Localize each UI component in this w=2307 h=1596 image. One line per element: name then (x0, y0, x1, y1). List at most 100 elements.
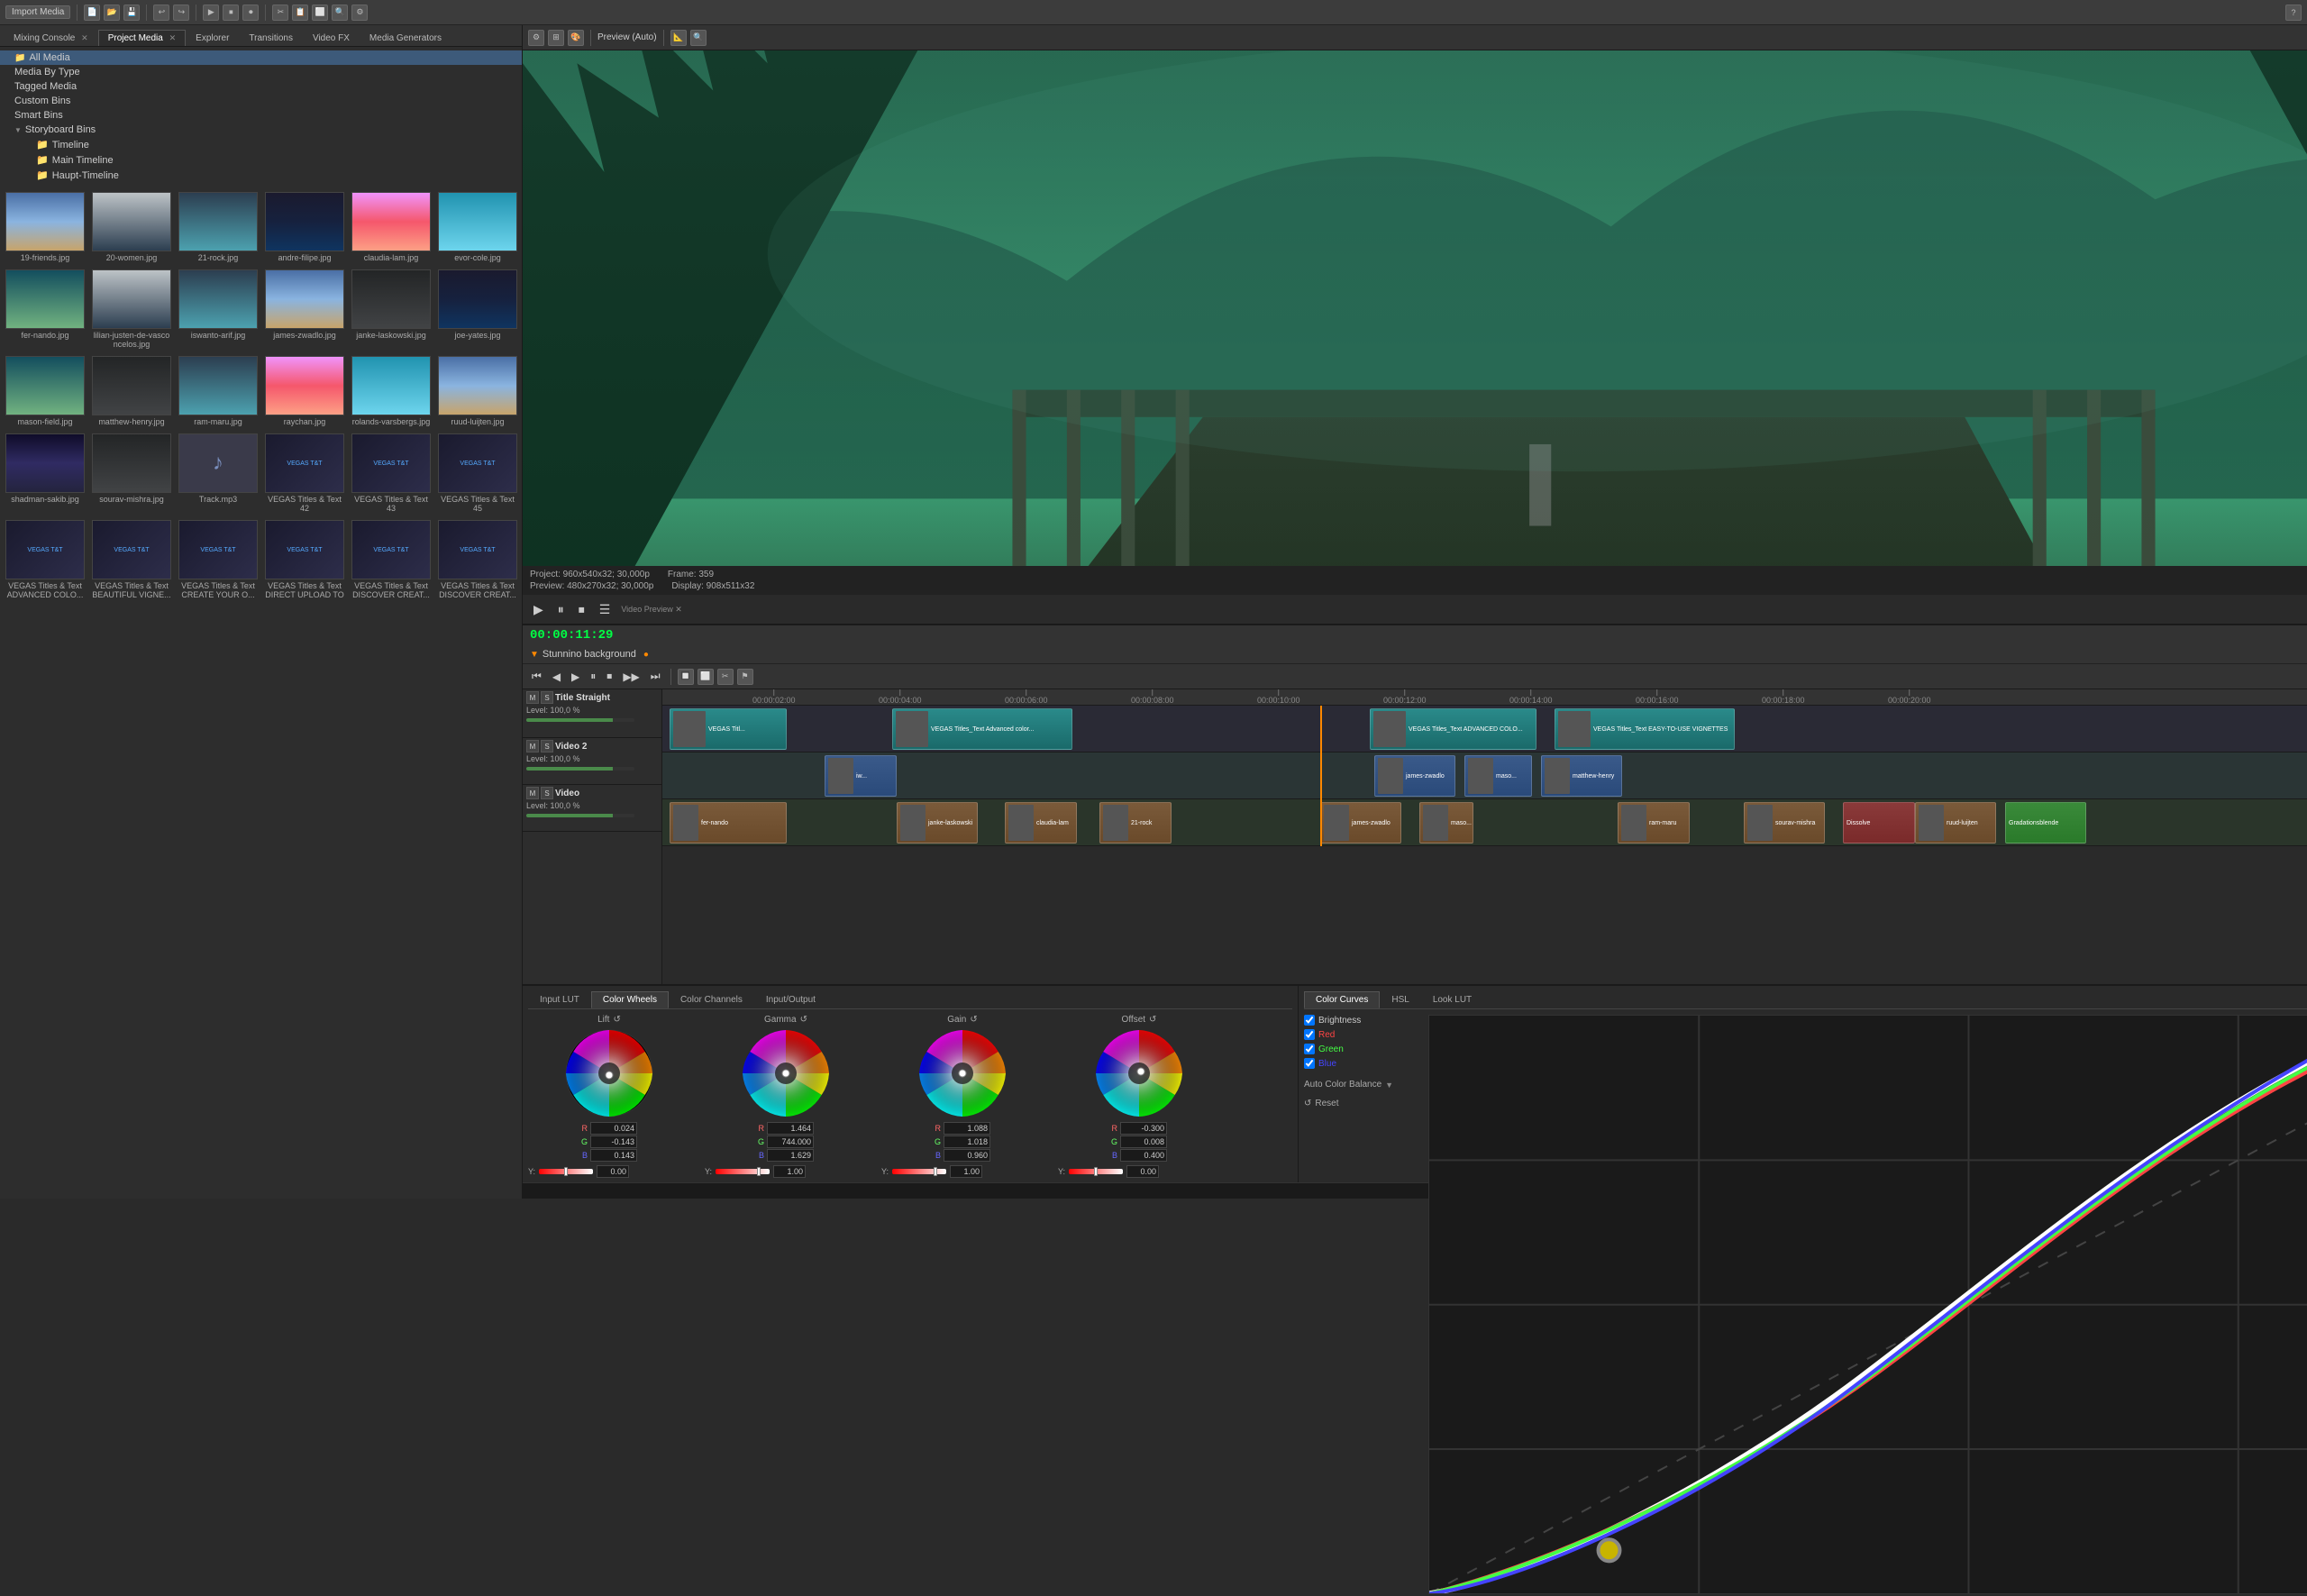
gamma-y-slider[interactable] (716, 1169, 770, 1174)
track-2-mute[interactable]: M (526, 740, 539, 752)
lift-reset-icon[interactable]: ↺ (613, 1015, 620, 1025)
media-item-8[interactable]: iswanto-arif.jpg (177, 268, 260, 351)
clip-v3-dissolve[interactable]: Dissolve (1843, 802, 1915, 844)
preview-zoom-icon[interactable]: 🔍 (690, 30, 707, 46)
lift-r-input[interactable] (590, 1122, 637, 1135)
tl-pause-btn[interactable]: ⏸ (587, 668, 599, 685)
media-item-3[interactable]: andre-filipe.jpg (263, 190, 346, 264)
tab-explorer[interactable]: Explorer (186, 30, 239, 46)
tl-select-icon[interactable]: ⬜ (698, 669, 714, 685)
media-item-27[interactable]: VEGAS T&TVEGAS Titles & Text DIRECT UPLO… (263, 518, 346, 601)
clip-v3-grad[interactable]: Gradationsblende (2005, 802, 2086, 844)
offset-y-input[interactable] (1126, 1165, 1159, 1178)
stop-icon[interactable]: ⏹ (223, 5, 239, 21)
gamma-r-input[interactable] (767, 1122, 814, 1135)
tab-transitions[interactable]: Transitions (239, 30, 303, 46)
close-project-media[interactable]: ✕ (169, 33, 177, 42)
tab-video-fx[interactable]: Video FX (303, 30, 360, 46)
gain-reset-icon[interactable]: ↺ (970, 1015, 977, 1025)
media-item-1[interactable]: 20-women.jpg (90, 190, 173, 264)
media-item-6[interactable]: fer-nando.jpg (4, 268, 87, 351)
track-2-fader[interactable] (526, 767, 634, 771)
tree-storyboard-bins[interactable]: ▼ Storyboard Bins (0, 123, 522, 137)
help-icon[interactable]: ? (2285, 5, 2302, 21)
media-item-25[interactable]: VEGAS T&TVEGAS Titles & Text BEAUTIFUL V… (90, 518, 173, 601)
preview-pause-btn[interactable]: ⏸ (554, 600, 568, 619)
cut-icon[interactable]: ✂ (272, 5, 288, 21)
clip-v3-8[interactable]: sourav-mishra (1744, 802, 1825, 844)
open-icon[interactable]: 📂 (104, 5, 120, 21)
gamma-reset-icon[interactable]: ↺ (800, 1015, 807, 1025)
tl-prev-btn[interactable]: ◀ (549, 669, 564, 685)
tab-project-media[interactable]: Project Media ✕ (98, 30, 186, 46)
clip-title-3[interactable]: VEGAS Titles_Text ADVANCED COLO... (1370, 708, 1536, 750)
tree-smart-bins[interactable]: Smart Bins (0, 108, 522, 123)
preview-stop-btn[interactable]: ⏹ (575, 600, 588, 619)
green-check[interactable] (1304, 1044, 1315, 1054)
gamma-y-handle[interactable] (757, 1167, 761, 1176)
track-1-fader[interactable] (526, 718, 634, 722)
media-item-2[interactable]: 21-rock.jpg (177, 190, 260, 264)
media-item-0[interactable]: 19-friends.jpg (4, 190, 87, 264)
offset-y-slider[interactable] (1069, 1169, 1123, 1174)
gamma-g-input[interactable] (767, 1135, 814, 1148)
lift-g-input[interactable] (590, 1135, 637, 1148)
tl-marker-icon[interactable]: ⚑ (737, 669, 753, 685)
gain-handle[interactable] (959, 1070, 966, 1077)
clip-v3-6[interactable]: maso... (1419, 802, 1473, 844)
play-icon[interactable]: ▶ (203, 5, 219, 21)
tl-razor-icon[interactable]: ✂ (717, 669, 734, 685)
clip-v3-5[interactable]: james-zwadlo (1320, 802, 1401, 844)
red-check[interactable] (1304, 1029, 1315, 1040)
media-item-15[interactable]: raychan.jpg (263, 354, 346, 428)
media-item-24[interactable]: VEGAS T&TVEGAS Titles & Text ADVANCED CO… (4, 518, 87, 601)
tree-custom-bins[interactable]: Custom Bins (0, 94, 522, 108)
blue-check[interactable] (1304, 1058, 1315, 1069)
track-content-area[interactable]: 00:00:02:00 00:00:04:00 00:00:06:00 00:0… (662, 689, 2307, 984)
media-item-19[interactable]: sourav-mishra.jpg (90, 432, 173, 515)
media-item-26[interactable]: VEGAS T&TVEGAS Titles & Text CREATE YOUR… (177, 518, 260, 601)
lift-y-input[interactable] (597, 1165, 629, 1178)
tl-forward-btn[interactable]: ▶▶ (619, 669, 643, 685)
media-item-13[interactable]: matthew-henry.jpg (90, 354, 173, 428)
clip-v3-4[interactable]: 21-rock (1099, 802, 1172, 844)
gamma-b-input[interactable] (767, 1149, 814, 1162)
tab-color-channels[interactable]: Color Channels (669, 991, 754, 1008)
gamma-y-input[interactable] (773, 1165, 806, 1178)
lift-y-slider[interactable] (539, 1169, 593, 1174)
media-item-10[interactable]: janke-laskowski.jpg (350, 268, 433, 351)
record-icon[interactable]: ⏺ (242, 5, 259, 21)
color-curve-graph[interactable] (1428, 1015, 2307, 1594)
media-item-18[interactable]: shadman-sakib.jpg (4, 432, 87, 515)
new-project-icon[interactable]: 📄 (84, 5, 100, 21)
tree-timeline[interactable]: 📁 Timeline (0, 137, 522, 152)
track-3-mute[interactable]: M (526, 787, 539, 799)
offset-handle[interactable] (1137, 1068, 1144, 1075)
gamma-handle[interactable] (782, 1070, 789, 1077)
dropdown-arrow[interactable]: ▼ (1385, 1081, 1393, 1090)
gain-y-slider[interactable] (892, 1169, 946, 1174)
zoom-icon[interactable]: 🔍 (332, 5, 348, 21)
tree-all-media[interactable]: 📁 All Media (0, 50, 522, 65)
clip-v3-3[interactable]: claudia-lam (1005, 802, 1077, 844)
tl-play-btn[interactable]: ▶ (568, 669, 583, 685)
clip-v3-1[interactable]: fer-nando (670, 802, 787, 844)
tl-snap-icon[interactable]: 🔲 (678, 669, 694, 685)
settings-icon[interactable]: ⚙ (351, 5, 368, 21)
preview-settings-icon[interactable]: ⚙ (528, 30, 544, 46)
offset-y-handle[interactable] (1094, 1167, 1098, 1176)
gain-y-input[interactable] (950, 1165, 982, 1178)
tab-color-curves[interactable]: Color Curves (1304, 991, 1380, 1008)
lift-y-handle[interactable] (564, 1167, 568, 1176)
media-item-16[interactable]: rolands-varsbergs.jpg (350, 354, 433, 428)
tl-end-btn[interactable]: ⏭ (647, 668, 664, 685)
track-3-solo[interactable]: S (541, 787, 553, 799)
tree-tagged-media[interactable]: Tagged Media (0, 79, 522, 94)
media-item-9[interactable]: james-zwadlo.jpg (263, 268, 346, 351)
clip-v2-3[interactable]: maso... (1464, 755, 1532, 797)
redo-icon[interactable]: ↪ (173, 5, 189, 21)
track-3-fader[interactable] (526, 814, 634, 817)
clip-v2-1[interactable]: iw... (825, 755, 897, 797)
track-2-solo[interactable]: S (541, 740, 553, 752)
preview-mode-icon[interactable]: 📐 (670, 30, 687, 46)
